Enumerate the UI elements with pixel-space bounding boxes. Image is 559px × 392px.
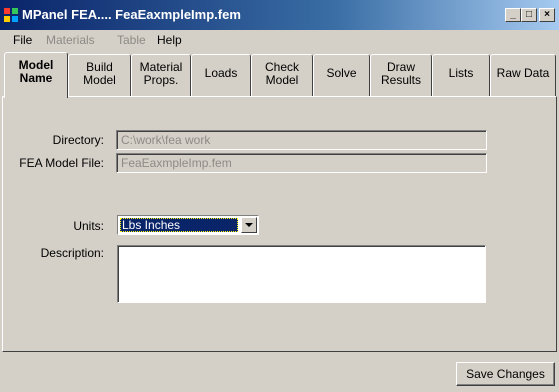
- menu-table[interactable]: Table: [117, 33, 146, 47]
- tab-label: Results: [380, 73, 421, 87]
- app-icon: [4, 8, 18, 22]
- tab-check-model[interactable]: Check Model: [251, 54, 313, 96]
- close-button[interactable]: ×: [539, 8, 555, 22]
- tab-label: Solve: [326, 66, 357, 80]
- units-label: Units:: [73, 219, 104, 233]
- maximize-button[interactable]: □: [521, 8, 537, 22]
- menu-file[interactable]: File: [13, 33, 32, 47]
- tab-model-name[interactable]: Model Name: [4, 52, 68, 98]
- units-selected-value: Lbs Inches: [120, 218, 238, 232]
- units-dropdown-button[interactable]: [241, 217, 257, 233]
- tab-lists[interactable]: Lists: [432, 54, 490, 96]
- tab-label: Props.: [143, 73, 179, 87]
- window-title: MPanel FEA.... FeaEaxmpleImp.fem: [22, 7, 241, 22]
- tab-raw-data[interactable]: Raw Data: [490, 54, 556, 96]
- tab-label: Loads: [204, 66, 238, 80]
- description-label: Description:: [40, 246, 104, 260]
- tab-label: Model: [265, 73, 299, 87]
- tab-loads[interactable]: Loads: [191, 54, 251, 96]
- tab-solve[interactable]: Solve: [313, 54, 370, 96]
- tab-material-props[interactable]: Material Props.: [131, 54, 191, 96]
- tab-label: Raw Data: [496, 66, 550, 80]
- model-file-label: FEA Model File:: [19, 156, 104, 170]
- tab-label: Lists: [448, 66, 474, 80]
- tab-draw-results[interactable]: Draw Results: [370, 54, 432, 96]
- description-field[interactable]: [117, 245, 486, 303]
- menu-bar: File Materials Table Help: [0, 30, 559, 50]
- directory-field[interactable]: C:\work\fea work: [116, 130, 487, 150]
- model-file-field[interactable]: FeaEaxmpleImp.fem: [116, 153, 487, 173]
- title-bar[interactable]: MPanel FEA.... FeaEaxmpleImp.fem _ □ ×: [0, 0, 559, 30]
- tab-label: Name: [19, 71, 53, 85]
- directory-label: Directory:: [52, 133, 104, 147]
- tab-build-model[interactable]: Build Model: [68, 54, 131, 96]
- save-changes-button[interactable]: Save Changes: [456, 362, 555, 386]
- units-dropdown[interactable]: Lbs Inches: [117, 215, 259, 235]
- menu-help[interactable]: Help: [157, 33, 182, 47]
- chevron-down-icon: [245, 223, 253, 227]
- tab-label: Model: [83, 73, 116, 87]
- menu-materials[interactable]: Materials: [46, 33, 95, 47]
- minimize-button[interactable]: _: [505, 8, 521, 22]
